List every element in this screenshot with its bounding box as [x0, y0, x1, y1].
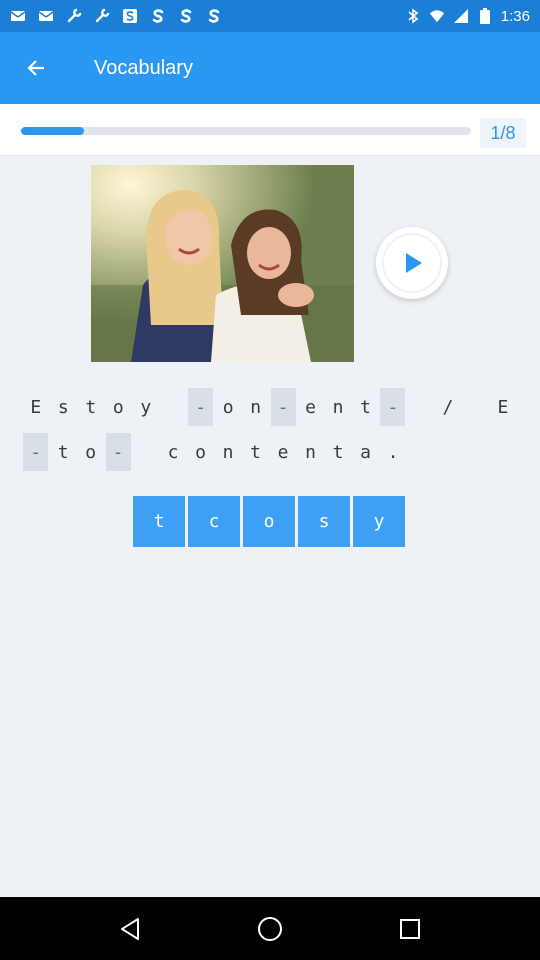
fill-in-sentence: Estoy -on-ent- / E-to- contenta. [22, 388, 522, 478]
s-app-icon [122, 8, 138, 24]
sentence-char: t [85, 396, 97, 418]
sentence-char: t [332, 441, 344, 463]
sentence-char: s [57, 396, 69, 418]
arrow-back-icon [27, 60, 44, 76]
signal-icon [453, 8, 469, 24]
sentence-char: n [222, 441, 234, 463]
sentence-char: y [140, 396, 152, 418]
s-app-icon [206, 8, 222, 24]
nav-home-button[interactable] [240, 897, 300, 960]
app-bar: Vocabulary [0, 32, 540, 104]
bluetooth-icon [405, 8, 421, 24]
play-icon [406, 253, 422, 273]
sentence-char [462, 388, 490, 426]
notification-icons [10, 8, 222, 24]
nav-home-icon [258, 916, 282, 941]
nav-recents-button[interactable] [380, 897, 440, 960]
page-title: Vocabulary [94, 56, 193, 79]
letter-tile-s[interactable]: s [298, 496, 350, 547]
sentence-row: Estoy -on-ent- / E [22, 388, 522, 426]
clock: 1:36 [500, 7, 530, 25]
sentence-char: t [250, 441, 261, 463]
sentence-char: e [305, 396, 316, 418]
lesson-progress: 1/8 [0, 104, 540, 156]
sentence-char: n [250, 396, 262, 418]
sentence-char: c [167, 441, 179, 463]
system-status: 1:36 [405, 8, 530, 25]
sentence-row: -to- contenta. [22, 433, 522, 471]
nav-back-button[interactable] [100, 897, 160, 960]
sentence-char [132, 433, 160, 471]
wifi-icon [429, 8, 445, 24]
letter-tile-c[interactable]: c [188, 496, 240, 547]
nav-recents-icon [400, 918, 420, 939]
letter-blank[interactable]: - [270, 388, 296, 426]
system-nav-bar [0, 897, 540, 960]
letter-blank[interactable]: - [188, 388, 214, 426]
sentence-char: n [305, 441, 316, 463]
letter-tiles: tcosy [133, 496, 405, 547]
back-button[interactable] [0, 32, 72, 104]
sentence-char: o [85, 441, 97, 463]
progress-counter: 1/8 [480, 118, 526, 148]
mail-icon [10, 8, 26, 24]
letter-blank[interactable]: - [23, 433, 49, 471]
play-button-ring [382, 233, 442, 293]
sentence-char: o [195, 441, 206, 463]
sentence-char: e [277, 441, 289, 463]
letter-blank[interactable]: - [380, 388, 406, 426]
play-audio-button[interactable] [376, 227, 448, 299]
sentence-char: E [497, 396, 509, 418]
sentence-char: / [442, 396, 454, 418]
mail-icon [38, 8, 54, 24]
sentence-char: o [112, 396, 124, 418]
sentence-char: n [332, 396, 344, 418]
progress-fill [21, 127, 84, 135]
vocabulary-photo [91, 165, 354, 362]
s-app-icon [150, 8, 166, 24]
sentence-char: E [30, 396, 42, 418]
battery-icon [477, 8, 493, 24]
nav-back-icon [121, 917, 139, 940]
letter-tile-o[interactable]: o [243, 496, 295, 547]
wrench-icon [66, 8, 82, 24]
sentence-char: o [222, 396, 234, 418]
letter-blank[interactable]: - [105, 433, 131, 471]
status-bar: 1:36 [0, 0, 540, 32]
letter-tile-y[interactable]: y [353, 496, 405, 547]
s-app-icon [178, 8, 194, 24]
sentence-char [160, 388, 188, 426]
progress-bar [21, 127, 471, 135]
letter-tile-t[interactable]: t [133, 496, 185, 547]
sentence-char: t [57, 441, 69, 463]
sentence-char: . [387, 441, 399, 463]
sentence-char: a [360, 441, 371, 463]
sentence-char: t [360, 396, 371, 418]
sentence-char [407, 388, 435, 426]
wrench-icon [94, 8, 110, 24]
